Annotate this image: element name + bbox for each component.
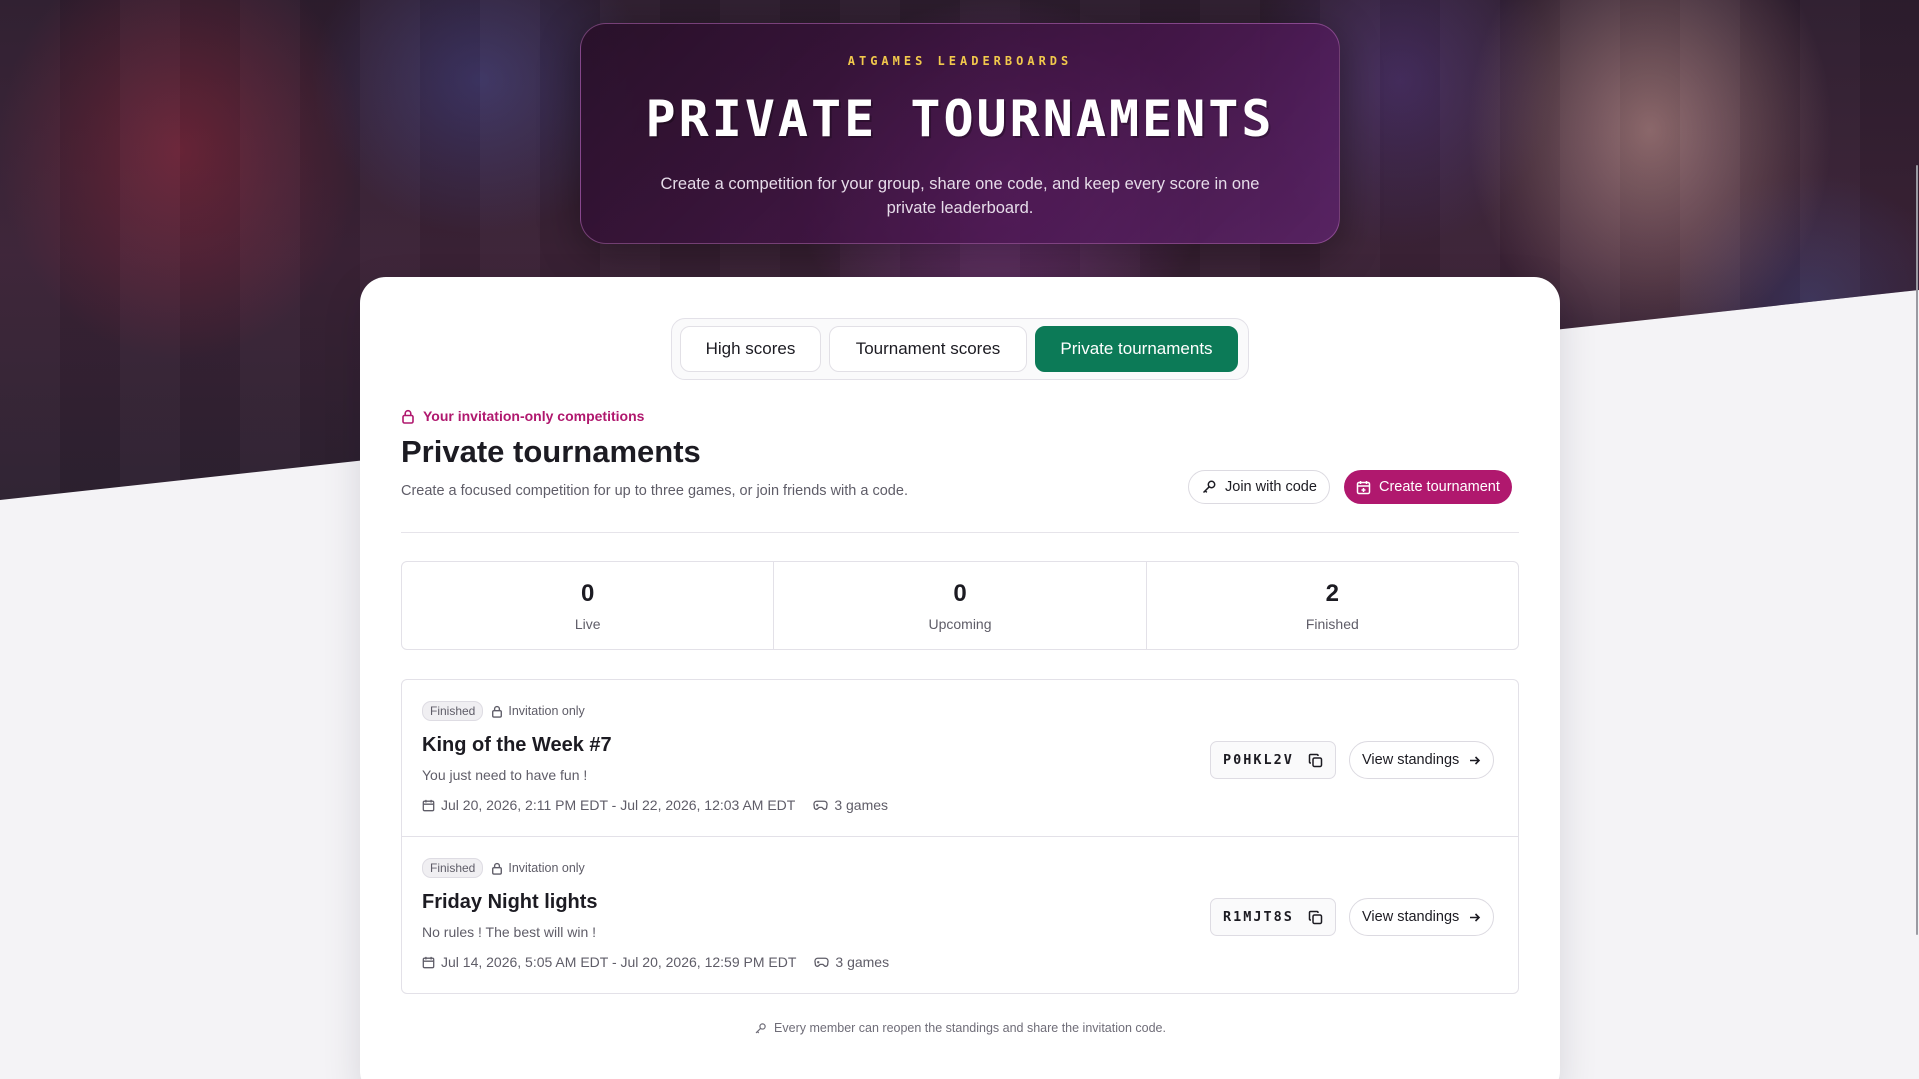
stat-live: 0 Live <box>402 562 775 649</box>
tournament-title: Friday Night lights <box>422 891 598 913</box>
tournament-dates: Jul 14, 2026, 5:05 AM EDT - Jul 20, 2026… <box>422 954 796 970</box>
scrollbar[interactable] <box>1915 0 1919 1079</box>
tournament-games-text: 3 games <box>835 954 890 970</box>
tournament-meta: Jul 20, 2026, 2:11 PM EDT - Jul 22, 2026… <box>422 797 888 813</box>
tournament-row: Finished Invitation only Friday Night li… <box>402 837 1518 994</box>
calendar-plus-icon <box>1356 480 1371 495</box>
gamepad-icon <box>813 799 829 811</box>
stats-summary: 0 Live 0 Upcoming 2 Finished <box>401 561 1519 650</box>
hero-card: ATGAMES LEADERBOARDS PRIVATE TOURNAMENTS… <box>580 23 1340 244</box>
calendar-icon <box>422 956 435 969</box>
arrow-right-icon <box>1468 911 1481 924</box>
hero-subtitle: Create a competition for your group, sha… <box>660 175 1260 217</box>
calendar-icon <box>422 799 435 812</box>
lock-icon <box>401 409 415 424</box>
stat-value: 0 <box>953 580 967 607</box>
tab-private-tournaments[interactable]: Private tournaments <box>1035 326 1238 372</box>
tournament-tags: Finished Invitation only <box>422 858 585 878</box>
leaderboard-tabs: High scores Tournament scores Private to… <box>671 318 1249 380</box>
copy-icon[interactable] <box>1308 910 1323 925</box>
page-title: Private tournaments <box>401 434 701 469</box>
join-with-code-button[interactable]: Join with code <box>1188 470 1330 504</box>
stat-value: 2 <box>1325 580 1339 607</box>
footer-note: Every member can reopen the standings an… <box>360 1021 1560 1035</box>
stat-value: 0 <box>580 580 595 607</box>
tournament-tags: Finished Invitation only <box>422 701 585 721</box>
tournament-dates-text: Jul 14, 2026, 5:05 AM EDT - Jul 20, 2026… <box>441 954 797 970</box>
lock-icon <box>491 705 503 718</box>
page-description: Create a focused competition for up to t… <box>401 483 908 499</box>
view-standings-label: View standings <box>1362 909 1460 925</box>
tournament-meta: Jul 14, 2026, 5:05 AM EDT - Jul 20, 2026… <box>422 954 889 970</box>
join-with-code-label: Join with code <box>1225 479 1317 495</box>
stat-label: Upcoming <box>928 616 992 632</box>
view-standings-button[interactable]: View standings <box>1349 741 1495 779</box>
tab-tournament-scores[interactable]: Tournament scores <box>829 326 1027 372</box>
tournament-title: King of the Week #7 <box>422 734 612 756</box>
tournament-dates: Jul 20, 2026, 2:11 PM EDT - Jul 22, 2026… <box>422 797 795 813</box>
create-tournament-label: Create tournament <box>1379 479 1500 495</box>
key-icon <box>754 1022 767 1035</box>
stat-label: Live <box>574 616 601 632</box>
tournament-row: Finished Invitation only King of the Wee… <box>402 680 1518 837</box>
stat-label: Finished <box>1305 616 1359 632</box>
hero-title: PRIVATE TOURNAMENTS <box>645 90 1275 148</box>
view-standings-label: View standings <box>1362 752 1460 768</box>
status-badge: Finished <box>422 858 484 878</box>
scrollbar-thumb[interactable] <box>1916 165 1918 935</box>
view-standings-button[interactable]: View standings <box>1349 898 1495 936</box>
lock-icon <box>491 862 503 875</box>
tournament-games: 3 games <box>813 797 888 813</box>
invitation-code[interactable]: R1MJT8S <box>1210 898 1336 936</box>
visibility-label: Invitation only <box>508 704 585 718</box>
divider <box>401 532 1519 533</box>
section-eyebrow-text: Your invitation-only competitions <box>423 408 645 424</box>
footer-note-text: Every member can reopen the standings an… <box>774 1021 1166 1035</box>
main-panel: High scores Tournament scores Private to… <box>360 277 1560 1079</box>
invitation-code[interactable]: P0HKL2V <box>1210 741 1336 779</box>
tournament-dates-text: Jul 20, 2026, 2:11 PM EDT - Jul 22, 2026… <box>441 797 796 813</box>
tournament-description: No rules ! The best will win ! <box>422 924 597 940</box>
section-eyebrow: Your invitation-only competitions <box>401 408 644 424</box>
stat-finished: 2 Finished <box>1147 562 1518 649</box>
status-badge: Finished <box>422 701 484 721</box>
hero-eyebrow: ATGAMES LEADERBOARDS <box>847 54 1073 68</box>
tab-high-scores[interactable]: High scores <box>680 326 821 372</box>
invitation-code-text: R1MJT8S <box>1223 909 1294 925</box>
gamepad-icon <box>814 956 830 968</box>
visibility-tag: Invitation only <box>491 704 585 718</box>
key-icon <box>1201 479 1217 495</box>
create-tournament-button[interactable]: Create tournament <box>1344 470 1512 504</box>
tournament-description: You just need to have fun ! <box>422 767 588 783</box>
visibility-tag: Invitation only <box>491 861 585 875</box>
tournament-games-text: 3 games <box>834 797 889 813</box>
copy-icon[interactable] <box>1308 753 1323 768</box>
tournament-list: Finished Invitation only King of the Wee… <box>401 679 1519 994</box>
visibility-label: Invitation only <box>508 861 585 875</box>
invitation-code-text: P0HKL2V <box>1223 752 1294 768</box>
tournament-games: 3 games <box>814 954 889 970</box>
stat-upcoming: 0 Upcoming <box>774 562 1147 649</box>
arrow-right-icon <box>1468 754 1481 767</box>
